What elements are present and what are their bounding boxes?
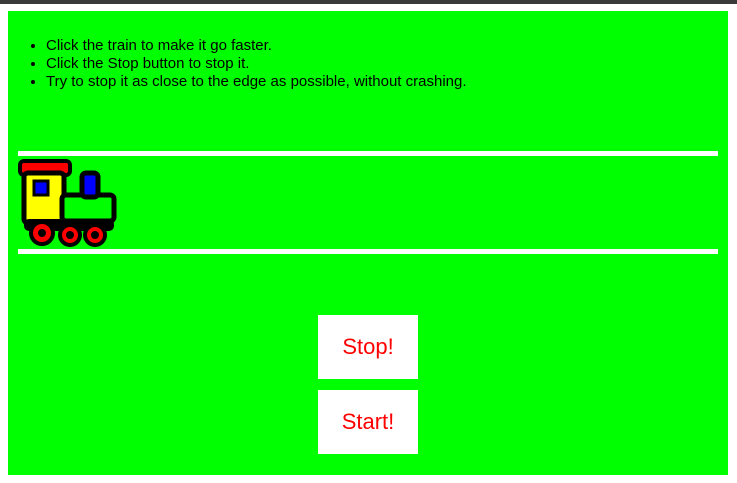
instruction-item: Try to stop it as close to the edge as p… bbox=[46, 73, 467, 91]
window-top-border bbox=[0, 0, 737, 4]
stop-button[interactable]: Stop! bbox=[318, 315, 418, 379]
start-button[interactable]: Start! bbox=[318, 390, 418, 454]
instructions-list: Click the train to make it go faster. Cl… bbox=[28, 37, 467, 91]
instruction-item: Click the train to make it go faster. bbox=[46, 37, 467, 55]
track-rail-bottom bbox=[18, 249, 718, 254]
instruction-item: Click the Stop button to stop it. bbox=[46, 55, 467, 73]
game-area: Click the train to make it go faster. Cl… bbox=[8, 11, 728, 475]
train[interactable] bbox=[18, 157, 118, 249]
track-rail-top bbox=[18, 151, 718, 156]
train-icon bbox=[18, 159, 117, 247]
